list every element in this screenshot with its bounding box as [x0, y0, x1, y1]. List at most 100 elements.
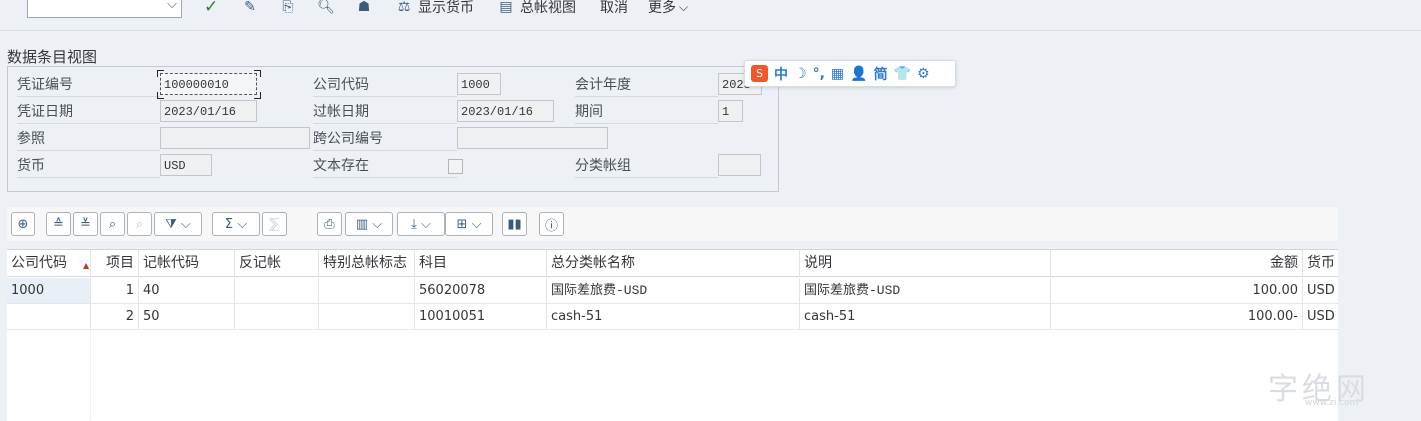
cancel-button[interactable]: 取消 — [600, 0, 628, 17]
chevron-down-icon[interactable]: ⌵ — [167, 0, 177, 12]
find-button[interactable]: ⌕ — [100, 212, 125, 236]
focus-corner — [157, 92, 164, 99]
focus-corner — [254, 70, 261, 77]
sort-marker-icon: ▲ — [83, 261, 90, 270]
posting-date-field[interactable]: 2023/01/16 — [457, 100, 554, 122]
text-exists-label: 文本存在 — [313, 154, 457, 178]
table-cell[interactable]: 2 — [91, 304, 139, 330]
enter-button[interactable]: ✓ — [204, 0, 218, 17]
focus-corner — [254, 92, 261, 99]
print-button[interactable]: ⎙ — [317, 212, 342, 236]
column-header[interactable]: 金额 — [1051, 250, 1303, 277]
table-cell[interactable]: 国际差旅费-USD — [547, 278, 800, 304]
table-cell[interactable] — [7, 304, 91, 330]
column-header[interactable]: 特别总帐标志 — [319, 250, 415, 277]
cross-company-field[interactable] — [457, 127, 608, 149]
cancel-label: 取消 — [600, 0, 628, 16]
views-button[interactable]: ▥ ⌵ — [345, 212, 393, 236]
ledger-group-label: 分类帐组 — [575, 154, 718, 178]
column-header[interactable]: 记帐代码 — [139, 250, 235, 277]
show-currency-button[interactable]: ⚖ 显示货币 — [394, 0, 474, 17]
display-button[interactable]: 🔍︎ — [316, 0, 336, 17]
find-next-button[interactable]: ⌕ — [127, 212, 152, 236]
magnifier-icon: 🔍︎ — [317, 0, 335, 15]
gl-view-button[interactable]: ▤ 总帐视图 — [496, 0, 576, 17]
export-button[interactable]: ⤓ ⌵ — [397, 212, 445, 236]
ime-chinese-mode[interactable]: 中 — [774, 64, 788, 84]
section-title: 数据条目视图 — [7, 48, 98, 66]
moon-icon[interactable]: ☽ — [794, 66, 807, 82]
table-cell[interactable]: 50 — [139, 304, 235, 330]
hat-icon: ☗ — [357, 0, 371, 15]
user-icon[interactable]: 👤 — [850, 66, 867, 82]
table-cell[interactable]: 100.00 — [1051, 278, 1303, 304]
info-button[interactable]: ⓘ — [539, 212, 564, 236]
table-cell[interactable]: 1000 — [7, 278, 91, 304]
hat-button[interactable]: ☗ — [354, 0, 374, 17]
keyboard-icon[interactable]: ▦ — [831, 66, 844, 82]
sort-ascending-button[interactable]: ≙ — [46, 212, 71, 236]
cross-company-label: 跨公司编号 — [313, 127, 457, 151]
focus-corner — [157, 70, 164, 77]
table-cell[interactable]: USD — [1303, 278, 1338, 304]
company-code-field[interactable]: 1000 — [457, 73, 501, 95]
table-cell[interactable]: 10010051 — [415, 304, 547, 330]
download-icon: ⤓ ⌵ — [411, 216, 431, 232]
column-header[interactable]: 货币 — [1303, 250, 1338, 277]
graphic-button[interactable]: ▮▮ — [502, 212, 527, 236]
bar-chart-icon: ▮▮ — [507, 216, 522, 232]
table-cell[interactable] — [235, 304, 319, 330]
table-cell[interactable]: 40 — [139, 278, 235, 304]
column-header[interactable]: 公司代码 ▲ — [7, 250, 91, 277]
table-cell[interactable]: 56020078 — [415, 278, 547, 304]
edit-icon: ✎ — [244, 0, 256, 15]
table-cell[interactable] — [319, 304, 415, 330]
table-cell[interactable]: USD — [1303, 304, 1338, 330]
total-button[interactable]: Σ ⌵ — [212, 212, 260, 236]
column-header[interactable]: 项目 — [91, 250, 139, 277]
punctuation-icon[interactable]: °, — [813, 66, 825, 82]
table-cell[interactable]: 1 — [91, 278, 139, 304]
sigma-icon: Σ ⌵ — [224, 216, 248, 232]
checkmark-icon: ✓ — [204, 0, 219, 17]
table-cell[interactable] — [319, 278, 415, 304]
other-document-button[interactable]: ⎘ — [278, 0, 298, 17]
table-cell[interactable]: cash-51 — [547, 304, 800, 330]
column-header[interactable]: 反记帐 — [235, 250, 319, 277]
subtotal-button[interactable]: ⅀ — [262, 212, 287, 236]
doc-no-label: 凭证编号 — [17, 73, 160, 97]
period-field[interactable]: 1 — [718, 100, 743, 122]
filter-button[interactable]: ⧩ ⌵ — [154, 212, 202, 236]
show-currency-label: 显示货币 — [418, 0, 474, 16]
table-cell[interactable] — [235, 278, 319, 304]
column-header[interactable]: 科目 — [415, 250, 547, 277]
doc-date-field[interactable]: 2023/01/16 — [160, 100, 257, 122]
text-exists-checkbox[interactable] — [448, 159, 463, 174]
currency-field[interactable]: USD — [160, 154, 212, 176]
column-header[interactable]: 总分类帐名称 — [547, 250, 800, 277]
table-cell[interactable]: cash-51 — [800, 304, 1051, 330]
sort-descending-button[interactable]: ≚ — [73, 212, 98, 236]
doc-no-field[interactable]: 100000010 — [160, 73, 257, 95]
column-header[interactable]: 说明 — [800, 250, 1051, 277]
column-divider — [90, 330, 91, 420]
table-cell[interactable]: 国际差旅费-USD — [800, 278, 1051, 304]
ime-logo-icon[interactable]: S — [751, 65, 768, 82]
ledger-group-field[interactable] — [718, 154, 761, 176]
command-field[interactable]: ⌵ — [27, 0, 182, 18]
edit-button[interactable]: ✎ — [240, 0, 260, 17]
ime-simplified-mode[interactable]: 简 — [874, 64, 888, 84]
sort-ascending-icon: ≙ — [53, 216, 64, 232]
skin-icon[interactable]: 👕 — [894, 66, 911, 82]
reference-label: 参照 — [17, 127, 160, 151]
reference-field[interactable] — [160, 127, 310, 149]
more-menu[interactable]: 更多 ⌵ — [648, 0, 688, 17]
company-code-label: 公司代码 — [313, 73, 457, 97]
gear-icon[interactable]: ⚙ — [917, 66, 930, 82]
details-button[interactable]: ⊕ — [11, 212, 35, 236]
filter-icon: ⧩ ⌵ — [165, 216, 191, 232]
printer-icon: ⎙ — [324, 216, 335, 232]
table-cell[interactable]: 100.00- — [1051, 304, 1303, 330]
layout-button[interactable]: ⊞ ⌵ — [445, 212, 493, 236]
search-icon: ⌕ — [108, 216, 117, 232]
